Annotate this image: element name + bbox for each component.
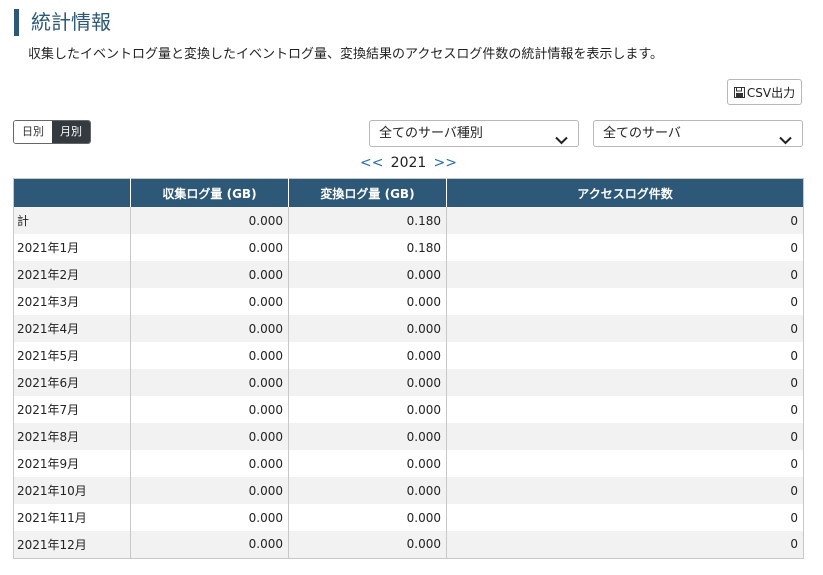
- cell-access-count: 0: [446, 315, 804, 342]
- toggle-daily[interactable]: 日別: [14, 121, 52, 143]
- table-header-row: 収集ログ量 (GB) 変換ログ量 (GB) アクセスログ件数: [13, 178, 804, 207]
- cell-access-count: 0: [446, 288, 804, 315]
- cell-access-count: 0: [446, 396, 804, 423]
- server-value: 全てのサーバ: [603, 126, 681, 141]
- table-row: 2021年12月 0.000 0.000 0: [13, 531, 804, 558]
- save-icon: [733, 86, 745, 98]
- cell-access-count: 0: [446, 207, 804, 234]
- chevron-down-icon: [779, 129, 792, 154]
- cell-access-count: 0: [446, 450, 804, 477]
- cell-access-count: 0: [446, 504, 804, 531]
- cell-access-count: 0: [446, 342, 804, 369]
- cell-period: 2021年6月: [13, 369, 131, 396]
- cell-converted: 0.000: [288, 342, 447, 369]
- cell-collected: 0.000: [130, 261, 289, 288]
- header-access-log-count: アクセスログ件数: [446, 178, 804, 207]
- cell-period: 計: [13, 207, 131, 234]
- server-type-value: 全てのサーバ種別: [379, 126, 483, 141]
- cell-collected: 0.000: [130, 477, 289, 504]
- cell-access-count: 0: [446, 369, 804, 396]
- cell-period: 2021年7月: [13, 396, 131, 423]
- table-body: 計 0.000 0.180 0 2021年1月 0.000 0.180 0 2021年2月 0.0…: [13, 207, 804, 558]
- cell-period: 2021年3月: [13, 288, 131, 315]
- cell-collected: 0.000: [130, 531, 289, 558]
- cell-converted: 0.000: [288, 288, 447, 315]
- cell-converted: 0.180: [288, 234, 447, 261]
- cell-period: 2021年8月: [13, 423, 131, 450]
- cell-converted: 0.000: [288, 531, 447, 558]
- cell-period: 2021年4月: [13, 315, 131, 342]
- cell-period: 2021年5月: [13, 342, 131, 369]
- cell-converted: 0.000: [288, 315, 447, 342]
- cell-access-count: 0: [446, 477, 804, 504]
- table-row: 計 0.000 0.180 0: [13, 207, 804, 234]
- page-description: 収集したイベントログ量と変換したイベントログ量、変換結果のアクセスログ件数の統計…: [28, 47, 664, 62]
- cell-access-count: 0: [446, 531, 804, 558]
- table-row: 2021年3月 0.000 0.000 0: [13, 288, 804, 315]
- cell-collected: 0.000: [130, 450, 289, 477]
- cell-collected: 0.000: [130, 234, 289, 261]
- header-converted-log: 変換ログ量 (GB): [288, 178, 447, 207]
- cell-collected: 0.000: [130, 315, 289, 342]
- cell-collected: 0.000: [130, 396, 289, 423]
- cell-period: 2021年9月: [13, 450, 131, 477]
- cell-period: 2021年2月: [13, 261, 131, 288]
- chevron-down-icon: [555, 129, 568, 154]
- csv-export-button[interactable]: CSV出力: [727, 79, 802, 105]
- year-navigation: << 2021 >>: [360, 153, 457, 173]
- cell-period: 2021年1月: [13, 234, 131, 261]
- cell-converted: 0.000: [288, 261, 447, 288]
- cell-converted: 0.000: [288, 369, 447, 396]
- table-row: 2021年11月 0.000 0.000 0: [13, 504, 804, 531]
- cell-collected: 0.000: [130, 423, 289, 450]
- page-title: 統計情報: [14, 9, 111, 36]
- table-row: 2021年10月 0.000 0.000 0: [13, 477, 804, 504]
- cell-converted: 0.000: [288, 423, 447, 450]
- header-collected-log: 収集ログ量 (GB): [130, 178, 289, 207]
- table-row: 2021年6月 0.000 0.000 0: [13, 369, 804, 396]
- cell-access-count: 0: [446, 423, 804, 450]
- toggle-monthly[interactable]: 月別: [52, 121, 90, 143]
- next-year-link[interactable]: >>: [434, 155, 457, 171]
- table-row: 2021年9月 0.000 0.000 0: [13, 450, 804, 477]
- cell-collected: 0.000: [130, 504, 289, 531]
- statistics-table: 収集ログ量 (GB) 変換ログ量 (GB) アクセスログ件数 計 0.000 0.1…: [13, 178, 804, 559]
- cell-converted: 0.000: [288, 396, 447, 423]
- cell-converted: 0.000: [288, 477, 447, 504]
- cell-collected: 0.000: [130, 207, 289, 234]
- table-row: 2021年5月 0.000 0.000 0: [13, 342, 804, 369]
- current-year: 2021: [390, 155, 427, 171]
- cell-converted: 0.180: [288, 207, 447, 234]
- table-row: 2021年2月 0.000 0.000 0: [13, 261, 804, 288]
- cell-period: 2021年10月: [13, 477, 131, 504]
- cell-collected: 0.000: [130, 369, 289, 396]
- csv-export-label: CSV出力: [746, 85, 796, 100]
- cell-converted: 0.000: [288, 504, 447, 531]
- server-select[interactable]: 全てのサーバ: [593, 120, 803, 147]
- cell-collected: 0.000: [130, 342, 289, 369]
- table-row: 2021年1月 0.000 0.180 0: [13, 234, 804, 261]
- cell-access-count: 0: [446, 261, 804, 288]
- cell-period: 2021年11月: [13, 504, 131, 531]
- table-row: 2021年4月 0.000 0.000 0: [13, 315, 804, 342]
- cell-collected: 0.000: [130, 288, 289, 315]
- period-toggle: 日別 月別: [13, 120, 91, 144]
- prev-year-link[interactable]: <<: [360, 155, 383, 171]
- cell-access-count: 0: [446, 234, 804, 261]
- table-row: 2021年7月 0.000 0.000 0: [13, 396, 804, 423]
- header-period: [13, 178, 131, 207]
- cell-period: 2021年12月: [13, 531, 131, 558]
- server-type-select[interactable]: 全てのサーバ種別: [369, 120, 579, 147]
- table-row: 2021年8月 0.000 0.000 0: [13, 423, 804, 450]
- cell-converted: 0.000: [288, 450, 447, 477]
